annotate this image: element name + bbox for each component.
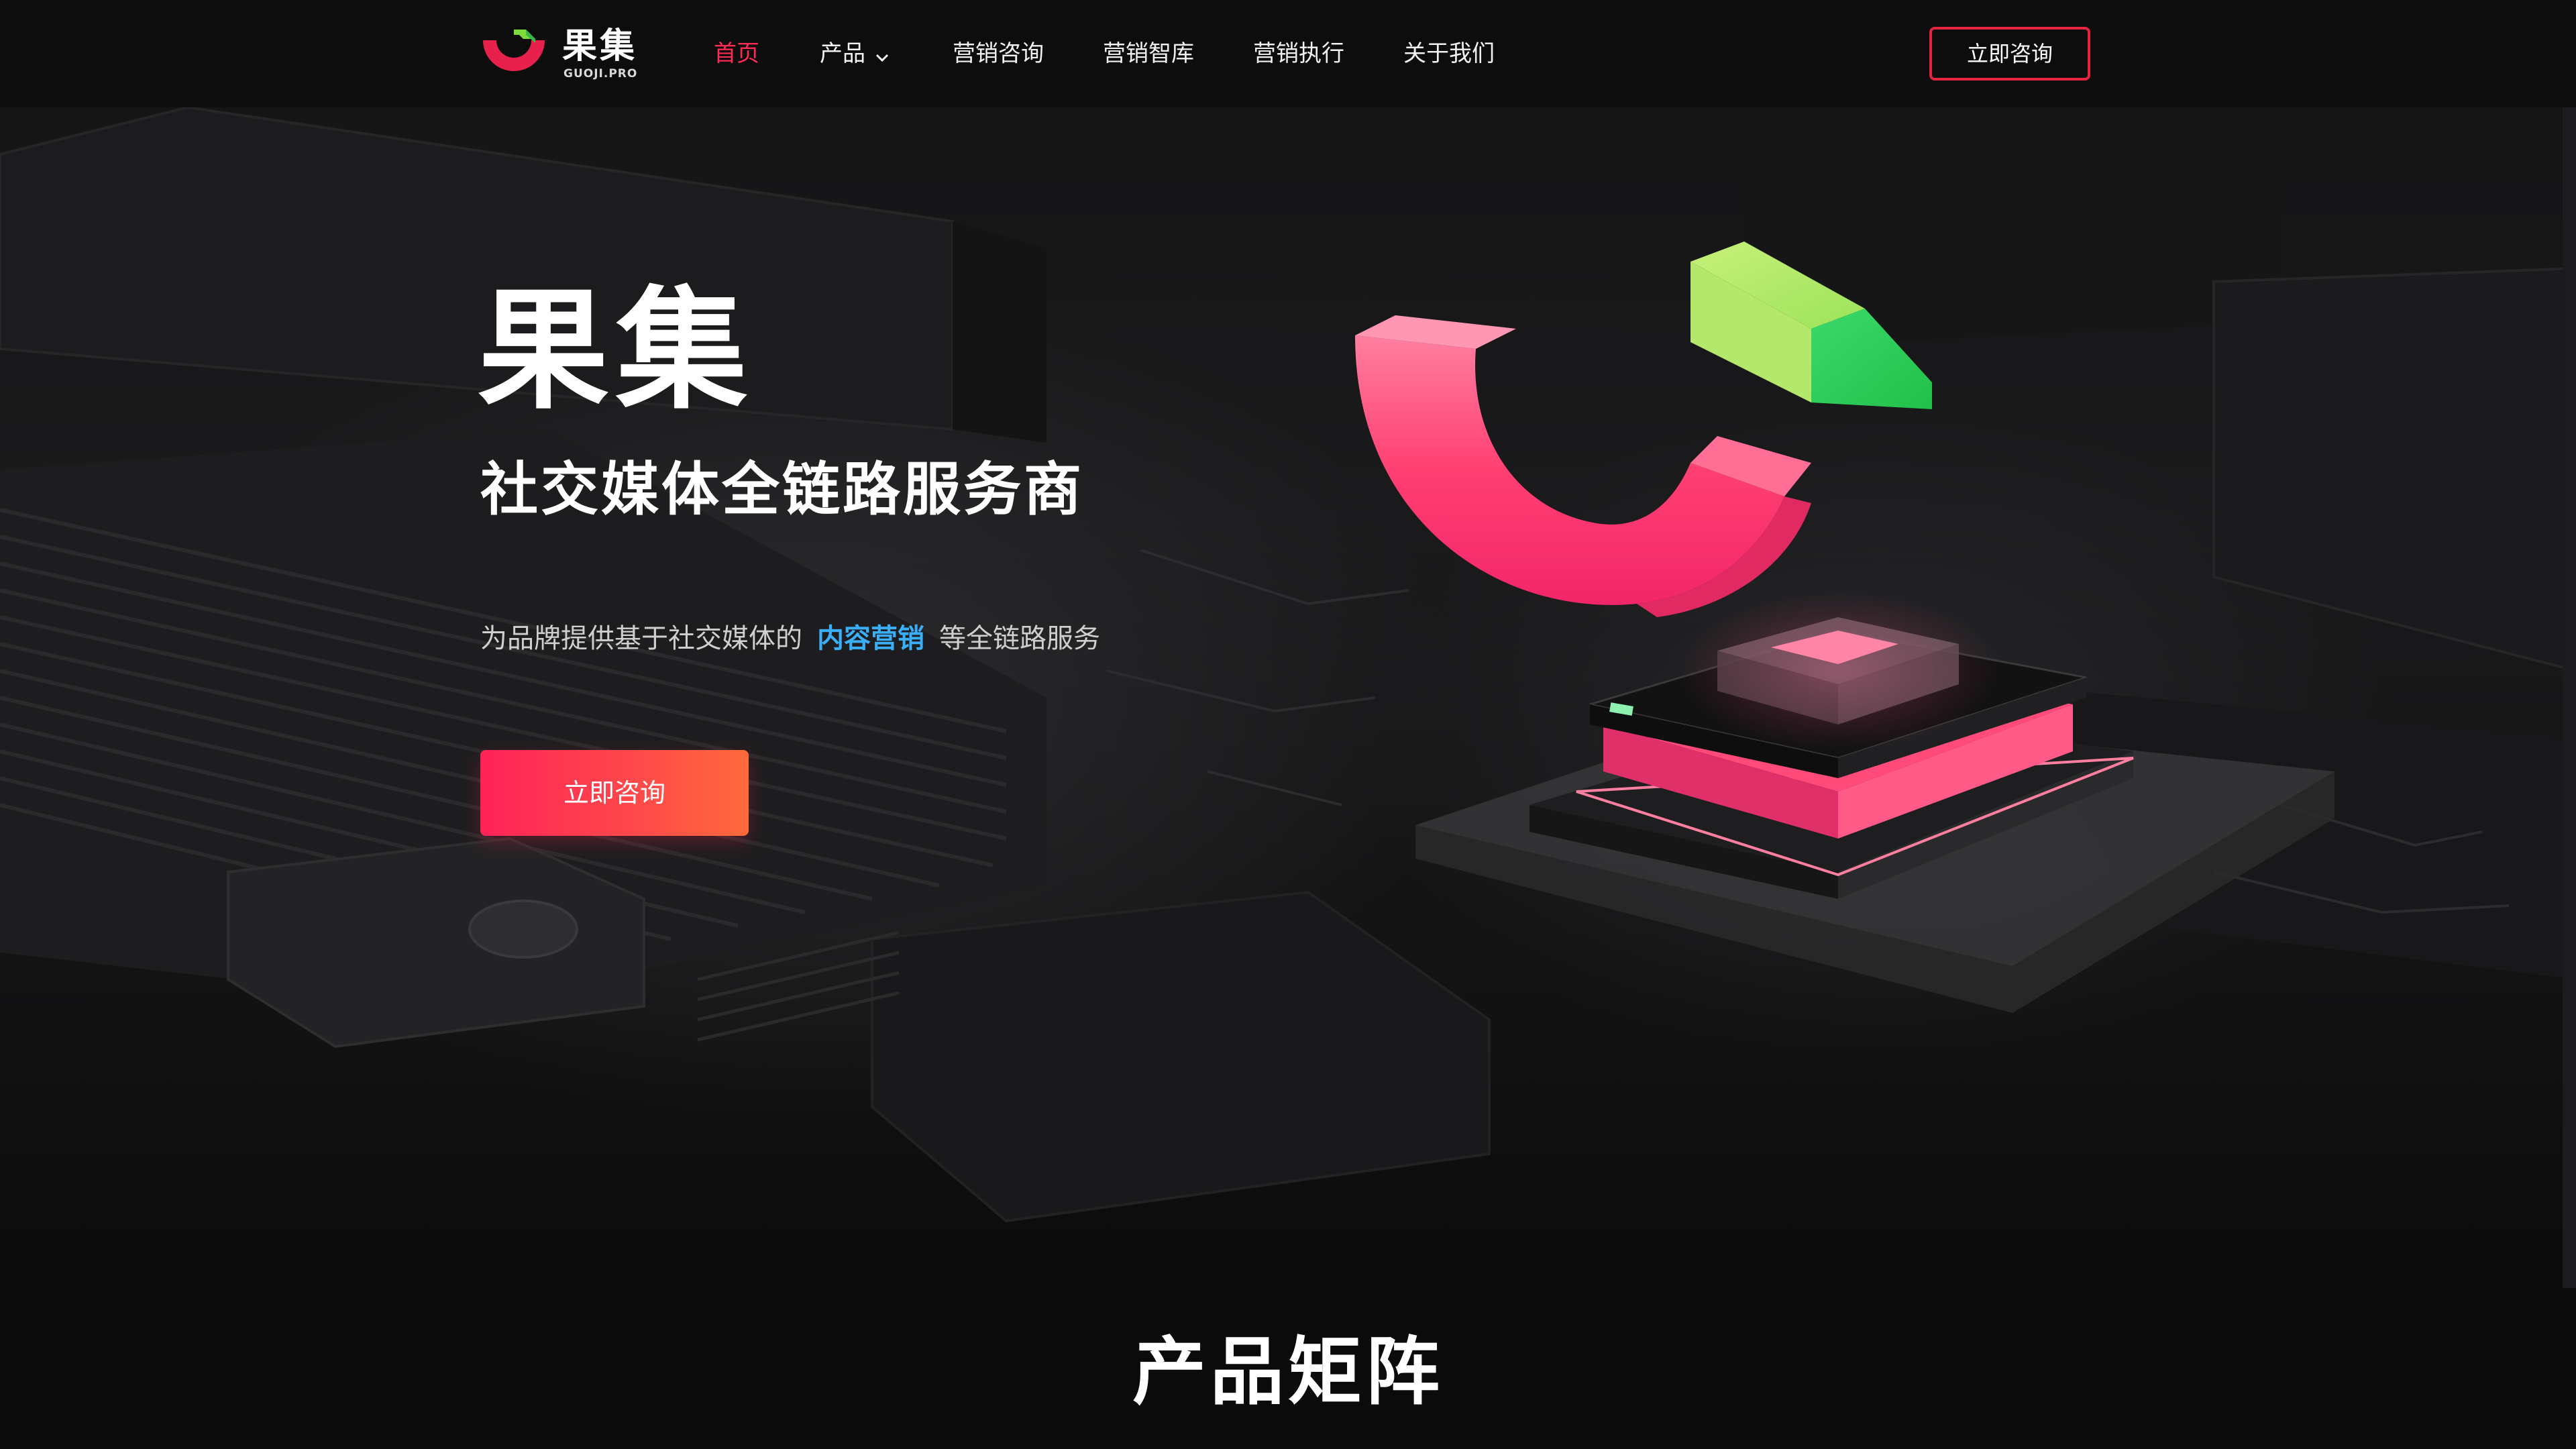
nav-item-products[interactable]: 产品 bbox=[820, 35, 890, 72]
nav-item-marketing-consulting[interactable]: 营销咨询 bbox=[953, 35, 1044, 72]
hero-description-suffix: 等全链路服务 bbox=[939, 623, 1100, 654]
nav-item-marketing-execution[interactable]: 营销执行 bbox=[1253, 35, 1344, 72]
hero-description: 为品牌提供基于社交媒体的 内容营销 等全链路服务 bbox=[480, 619, 1100, 659]
chevron-down-icon bbox=[875, 36, 890, 74]
hero-subtitle: 社交媒体全链路服务商 bbox=[480, 456, 1084, 523]
brand-name-en: GUOJI.PRO bbox=[564, 67, 638, 80]
nav-item-about-us[interactable]: 关于我们 bbox=[1403, 35, 1495, 72]
hero-description-highlight: 内容营销 bbox=[817, 623, 924, 654]
top-navbar: 果集 GUOJI.PRO 首页 产品 营销咨询 营销智库 营销执行 关于我们 立… bbox=[0, 0, 2576, 107]
guoji-logo-icon bbox=[483, 30, 545, 71]
nav-item-marketing-thinktank[interactable]: 营销智库 bbox=[1103, 35, 1194, 72]
nav-item-products-label: 产品 bbox=[820, 40, 865, 67]
page: 果集 GUOJI.PRO 首页 产品 营销咨询 营销智库 营销执行 关于我们 立… bbox=[0, 0, 2576, 1449]
hero-title: 果集 bbox=[478, 274, 755, 427]
hero-3d-logo-illustration bbox=[1355, 241, 2334, 1013]
hero-consult-button[interactable]: 立即咨询 bbox=[480, 750, 749, 836]
nav-item-home[interactable]: 首页 bbox=[714, 35, 759, 72]
hero-description-prefix: 为品牌提供基于社交媒体的 bbox=[480, 623, 802, 654]
nav-consult-button[interactable]: 立即咨询 bbox=[1929, 27, 2090, 80]
products-section-title: 产品矩阵 bbox=[1132, 1329, 1444, 1415]
brand-name-cn: 果集 bbox=[562, 26, 638, 66]
brand-logo[interactable]: 果集 GUOJI.PRO bbox=[479, 25, 640, 82]
